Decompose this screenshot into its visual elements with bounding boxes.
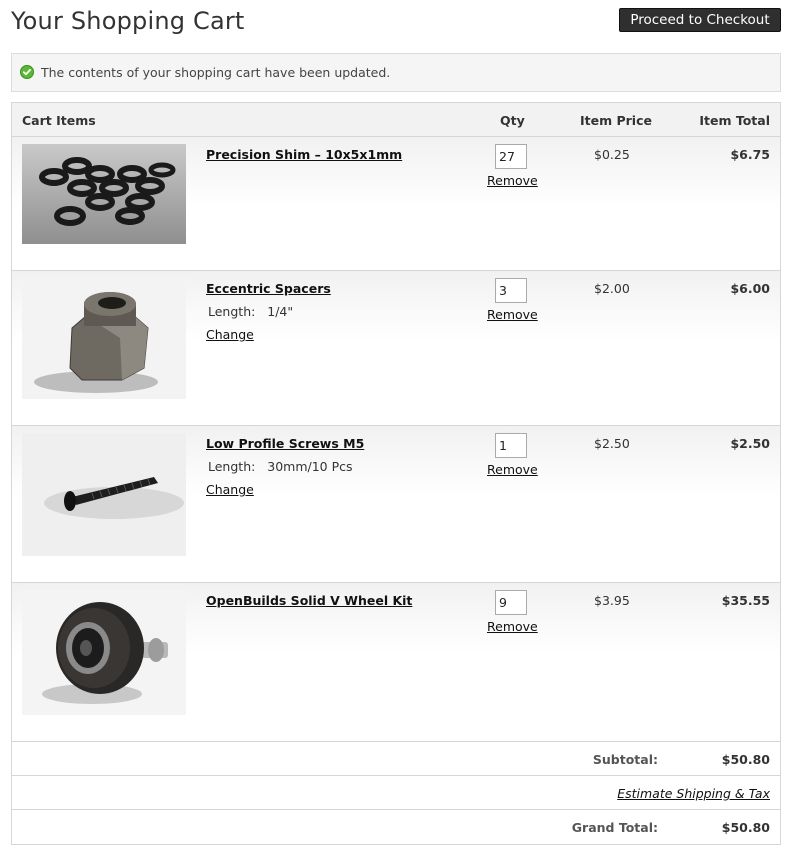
proceed-to-checkout-button[interactable]: Proceed to Checkout <box>619 8 781 32</box>
item-option: Length: 30mm/10 Pcs <box>208 459 353 474</box>
item-total: $2.50 <box>730 436 770 451</box>
page-title: Your Shopping Cart <box>11 7 245 35</box>
remove-link[interactable]: Remove <box>487 619 538 634</box>
change-option-link[interactable]: Change <box>206 327 254 342</box>
cart-row: Eccentric Spacers Length: 1/4" Change Re… <box>12 271 780 426</box>
subtotal-row: Subtotal: $50.80 <box>12 742 780 776</box>
subtotal-value: $50.80 <box>721 752 770 767</box>
option-value: 30mm/10 Pcs <box>267 459 353 474</box>
cart-row: Low Profile Screws M5 Length: 30mm/10 Pc… <box>12 426 780 583</box>
grand-total-label: Grand Total: <box>571 820 658 835</box>
notice-message: The contents of your shopping cart have … <box>41 65 391 80</box>
item-price: $2.00 <box>594 281 630 296</box>
option-label: Length: <box>208 304 256 319</box>
remove-link[interactable]: Remove <box>487 173 538 188</box>
quantity-input[interactable] <box>495 144 527 169</box>
item-name-link[interactable]: Low Profile Screws M5 <box>206 436 364 451</box>
grand-total-row: Grand Total: $50.80 <box>12 810 780 844</box>
cart-updated-notice: The contents of your shopping cart have … <box>11 53 781 92</box>
header-item-total: Item Total <box>699 113 770 128</box>
item-name-link[interactable]: OpenBuilds Solid V Wheel Kit <box>206 593 412 608</box>
item-total: $6.00 <box>730 281 770 296</box>
quantity-input[interactable] <box>495 433 527 458</box>
header-item-price: Item Price <box>580 113 652 128</box>
option-label: Length: <box>208 459 256 474</box>
item-price: $3.95 <box>594 593 630 608</box>
option-value: 1/4" <box>267 304 294 319</box>
screw-photo <box>22 433 186 556</box>
quantity-input[interactable] <box>495 590 527 615</box>
item-name-link[interactable]: Eccentric Spacers <box>206 281 331 296</box>
check-circle-icon <box>20 65 34 79</box>
quantity-input[interactable] <box>495 278 527 303</box>
change-option-link[interactable]: Change <box>206 482 254 497</box>
cart-table: Cart Items Qty Item Price Item Total Pre… <box>11 102 781 845</box>
item-price: $2.50 <box>594 436 630 451</box>
item-total: $35.55 <box>721 593 770 608</box>
item-name-link[interactable]: Precision Shim – 10x5x1mm <box>206 147 402 162</box>
item-option: Length: 1/4" <box>208 304 293 319</box>
remove-link[interactable]: Remove <box>487 307 538 322</box>
washers-photo <box>22 144 186 244</box>
estimate-shipping-link[interactable]: Estimate Shipping & Tax <box>617 786 770 801</box>
grand-total-value: $50.80 <box>721 820 770 835</box>
header-cart-items: Cart Items <box>22 113 96 128</box>
item-total: $6.75 <box>730 147 770 162</box>
cart-row: OpenBuilds Solid V Wheel Kit Remove $3.9… <box>12 583 780 742</box>
subtotal-label: Subtotal: <box>592 752 658 767</box>
hex-spacer-photo <box>22 278 186 399</box>
v-wheel-photo <box>22 590 186 715</box>
cart-table-header: Cart Items Qty Item Price Item Total <box>12 103 780 137</box>
cart-row: Precision Shim – 10x5x1mm Remove $0.25 $… <box>12 137 780 271</box>
header-qty: Qty <box>500 113 525 128</box>
item-price: $0.25 <box>594 147 630 162</box>
remove-link[interactable]: Remove <box>487 462 538 477</box>
estimate-shipping-row: Estimate Shipping & Tax <box>12 776 780 810</box>
